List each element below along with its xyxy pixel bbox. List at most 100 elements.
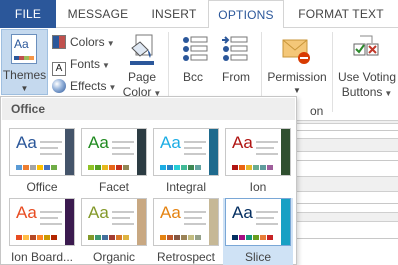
theme-sample-line <box>256 153 278 155</box>
chevron-down-icon: ▼ <box>106 39 115 48</box>
theme-thumbnail: Aa <box>81 128 147 176</box>
theme-color-swatch <box>260 235 266 240</box>
theme-color-swatch <box>267 165 273 170</box>
tab-insert[interactable]: INSERT <box>140 0 208 28</box>
chevron-down-icon: ▼ <box>108 83 117 92</box>
theme-sample-line <box>40 217 58 219</box>
bcc-button[interactable]: Bcc <box>176 32 210 92</box>
theme-sample-line <box>40 211 62 213</box>
theme-color-swatch <box>174 235 180 240</box>
header-field <box>297 138 398 152</box>
theme-color-swatch <box>160 165 166 170</box>
theme-sample-text: Aa <box>160 203 181 222</box>
voting-label-2: Buttons <box>341 85 383 99</box>
theme-color-swatch <box>160 235 166 240</box>
theme-sample-line <box>40 153 62 155</box>
effects-button[interactable]: Effects ▼ <box>52 76 116 96</box>
theme-thumbnail: Aa <box>153 128 219 176</box>
tab-file[interactable]: FILE <box>0 0 56 28</box>
theme-option[interactable]: Aa Integral <box>151 128 221 196</box>
colors-button[interactable]: Colors ▼ <box>52 32 115 52</box>
effects-icon <box>52 79 66 93</box>
theme-color-swatch <box>88 235 94 240</box>
theme-sample-line <box>112 153 134 155</box>
theme-option[interactable]: Aa Ion Board... <box>7 198 77 265</box>
themes-icon: Aa <box>11 34 37 64</box>
from-button[interactable]: From <box>216 32 256 92</box>
theme-option[interactable]: Aa Retrospect <box>151 198 221 265</box>
theme-color-swatch <box>123 165 129 170</box>
theme-sample-line <box>256 217 274 219</box>
theme-thumbnail: Aa <box>153 198 219 246</box>
fonts-label: Fonts <box>70 57 101 71</box>
theme-color-swatch <box>232 165 238 170</box>
ruler-line <box>297 238 398 239</box>
theme-accent-strip <box>281 199 290 245</box>
page-color-button[interactable]: Page Color ▼ <box>122 32 162 99</box>
theme-sample-text: Aa <box>88 133 109 152</box>
theme-color-swatch <box>37 235 43 240</box>
theme-sample-line <box>112 147 130 149</box>
page-color-label: Page <box>127 70 157 84</box>
theme-color-swatch <box>260 165 266 170</box>
theme-option[interactable]: Aa Facet <box>79 128 149 196</box>
theme-sample-text: Aa <box>16 203 37 222</box>
tab-message[interactable]: MESSAGE <box>56 0 140 28</box>
theme-color-swatch <box>239 235 245 240</box>
envelope-restricted-icon <box>282 34 312 66</box>
effects-label: Effects <box>70 79 107 93</box>
paint-bucket-icon <box>128 34 156 66</box>
theme-name: Retrospect <box>156 250 216 264</box>
colors-label: Colors <box>70 35 105 49</box>
theme-color-swatch <box>109 235 115 240</box>
use-voting-buttons-button[interactable]: Use Voting Buttons ▼ <box>336 32 398 99</box>
fonts-button[interactable]: A Fonts ▼ <box>52 54 110 76</box>
theme-option[interactable]: Aa Organic <box>79 198 149 265</box>
permission-button[interactable]: Permission ▼ <box>266 32 328 98</box>
theme-sample-line <box>256 211 278 213</box>
theme-color-swatch <box>102 165 108 170</box>
theme-sample-line <box>184 153 206 155</box>
header-field-line <box>297 160 398 161</box>
theme-color-swatch <box>37 165 43 170</box>
theme-color-swatch <box>174 165 180 170</box>
theme-color-swatch <box>16 165 22 170</box>
theme-sample-line <box>40 223 62 225</box>
theme-name: Office <box>26 180 58 194</box>
from-label: From <box>222 70 250 84</box>
theme-thumbnail: Aa <box>81 198 147 246</box>
theme-color-swatch <box>51 165 57 170</box>
theme-sample-line <box>256 223 278 225</box>
theme-accent-strip <box>137 129 146 175</box>
theme-color-swatch <box>246 235 252 240</box>
theme-sample-line <box>184 217 202 219</box>
tab-options[interactable]: OPTIONS <box>208 0 284 29</box>
theme-color-swatch <box>16 235 22 240</box>
themes-button[interactable]: Aa Themes ▼ <box>1 29 48 95</box>
theme-color-swatch <box>44 165 50 170</box>
theme-sample-line <box>112 223 134 225</box>
from-icon <box>220 34 250 62</box>
theme-color-swatch <box>232 235 238 240</box>
chevron-down-icon: ▼ <box>293 86 301 95</box>
theme-color-swatch <box>188 235 194 240</box>
theme-accent-strip <box>281 129 290 175</box>
theme-option[interactable]: Aa Ion <box>223 128 293 196</box>
theme-option[interactable]: Aa Office <box>7 128 77 196</box>
tab-format-text[interactable]: FORMAT TEXT <box>284 0 398 28</box>
theme-name: Ion <box>249 180 267 194</box>
theme-sample-line <box>184 147 202 149</box>
header-field <box>297 176 398 192</box>
themes-label: Themes <box>2 68 47 82</box>
theme-color-swatch <box>246 165 252 170</box>
header-field-line <box>297 203 398 204</box>
theme-option[interactable]: Aa Slice <box>223 198 293 265</box>
chevron-down-icon: ▼ <box>20 84 29 93</box>
theme-sample-text: Aa <box>160 133 181 152</box>
theme-accent-strip <box>65 199 74 245</box>
voting-checkbox-icon <box>352 34 382 66</box>
theme-thumbnail: Aa <box>9 198 75 246</box>
bcc-label: Bcc <box>182 70 203 84</box>
theme-color-swatch <box>188 165 194 170</box>
theme-name: Organic <box>92 250 136 264</box>
